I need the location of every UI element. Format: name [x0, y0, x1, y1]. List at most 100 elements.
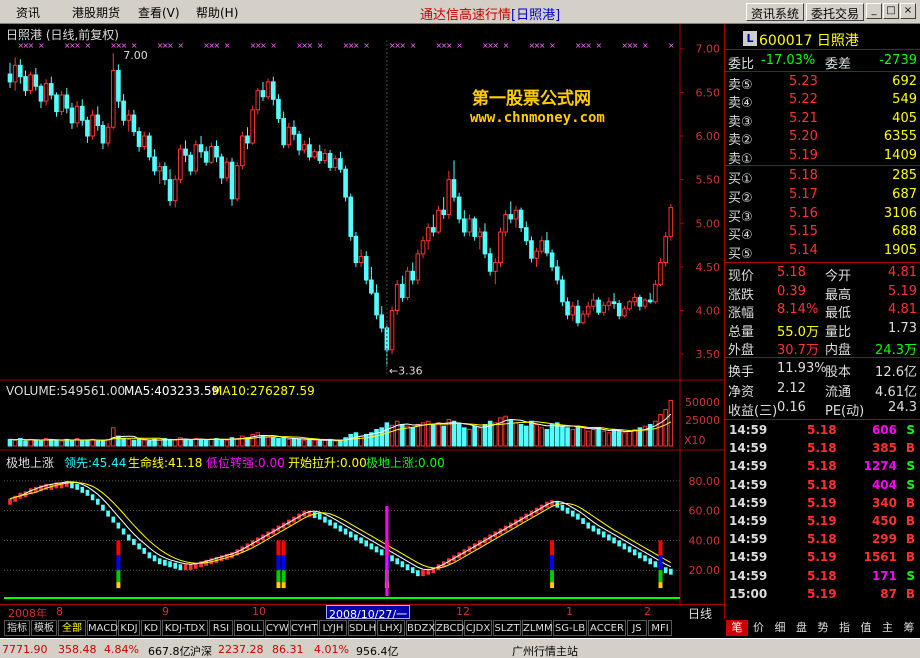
candle-body — [477, 231, 483, 237]
tick-time: 14:59 — [729, 441, 768, 456]
quote-tab[interactable]: 价 — [748, 620, 770, 636]
chart-area[interactable]: 7.00 6.50 6.00 5.50 5.00 4.50 4.00 3.50 × × × × × × × ×… — [0, 24, 724, 604]
tick-price: 5.18 — [807, 441, 837, 456]
indicator-tab[interactable]: KDJ-TDX — [162, 620, 208, 636]
indicator-tab[interactable]: CYW — [265, 620, 289, 636]
candle-body — [420, 240, 426, 255]
stat-row: 外盘 30.7万 内盘 24.3万 — [725, 338, 920, 359]
kline-chart[interactable]: 7.006.506.005.505.004.504.003.50××× × ××× ×… — [0, 24, 724, 604]
candle-body — [178, 148, 183, 181]
candle-body — [18, 64, 23, 78]
indicator-bar — [343, 528, 348, 535]
indicator-tab[interactable]: 全部 — [58, 620, 86, 636]
indicator-tab[interactable]: SDLH — [348, 620, 376, 636]
tick-price: 5.19 — [807, 495, 837, 510]
tick-price: 5.19 — [807, 514, 837, 528]
volume-bar — [338, 439, 343, 447]
quote-tab[interactable]: 值 — [855, 620, 877, 636]
indicator-tab[interactable]: ZLMM — [522, 620, 553, 636]
volume-bar — [451, 420, 457, 447]
volume-bar — [281, 437, 286, 447]
indicator-tab[interactable]: ZBCD — [435, 620, 464, 636]
weicha-value: -2739 — [879, 53, 917, 68]
volume-bar — [136, 438, 142, 447]
tick-price: 5.18 — [807, 477, 837, 492]
stat-value: 8.14% — [777, 302, 819, 318]
weicha-label: 委差 — [825, 57, 852, 72]
candle-body — [601, 304, 607, 313]
index1-change: 358.48 — [58, 643, 97, 656]
indicator-tab[interactable]: 指标 — [4, 620, 30, 636]
candle-body — [332, 158, 338, 168]
trade-button[interactable]: 委托交易 — [806, 3, 865, 21]
stat-label: 内盘 — [825, 343, 852, 359]
indicator-bar — [421, 570, 425, 577]
indicator-tab[interactable]: 模板 — [31, 620, 57, 636]
volume-bar — [276, 438, 281, 447]
quote-tab[interactable]: 盘 — [791, 620, 813, 636]
trade-tick-row: 14:59 5.19 450 B — [725, 513, 920, 531]
quote-tab[interactable]: 筹 — [898, 620, 920, 636]
quote-tab[interactable]: 细 — [769, 620, 791, 636]
indicator-tab[interactable]: MFI — [648, 620, 672, 636]
signal-bar-yellow — [116, 582, 121, 589]
indicator-tab[interactable]: RSI — [209, 620, 233, 636]
menu-help[interactable]: 帮助(H) — [196, 4, 238, 21]
indicator-tab[interactable]: CJDX — [464, 620, 492, 636]
indicator-tab[interactable]: JS — [627, 620, 647, 636]
volume-bar — [534, 424, 539, 447]
tick-side: B — [905, 441, 915, 456]
close-button[interactable]: × — [900, 3, 916, 19]
indicator-tab[interactable]: BOLL — [234, 620, 264, 636]
minimize-button[interactable]: _ — [866, 3, 882, 19]
volume-bar — [240, 435, 245, 447]
indicator-tab[interactable]: CYHT — [290, 620, 318, 636]
stat-value: 4.81 — [888, 302, 917, 318]
buy-level-label: 买③ — [728, 209, 753, 225]
candle-body — [79, 105, 85, 121]
info-system-button[interactable]: 资讯系统 — [746, 3, 805, 21]
tick-time: 14:59 — [729, 532, 768, 547]
candle-body — [523, 227, 529, 242]
sell-price: 5.21 — [789, 110, 818, 126]
indicator-bar — [581, 518, 585, 525]
quote-tab[interactable]: 势 — [812, 620, 834, 636]
volume-bar — [312, 439, 317, 447]
candle-body — [513, 209, 519, 220]
sell-level-label: 卖① — [728, 151, 753, 167]
candle-body — [152, 156, 157, 172]
quote-tab[interactable]: 指 — [834, 620, 856, 636]
signal-marker: × — [596, 41, 603, 50]
indicator-tab[interactable]: ACCER — [588, 620, 626, 636]
indicator-tab[interactable]: LHXJ — [377, 620, 405, 636]
indicator-tab[interactable]: KD — [141, 620, 161, 636]
menu-view[interactable]: 查看(V) — [138, 4, 180, 21]
candle-body — [90, 114, 95, 137]
indicator-bar — [586, 522, 591, 529]
indicator-tab[interactable]: BDZX — [406, 620, 435, 636]
quote-tab[interactable]: 笔 — [726, 620, 748, 636]
quote-tab[interactable]: 主 — [877, 620, 899, 636]
indicator-tab[interactable]: MACD — [87, 620, 118, 636]
maximize-button[interactable]: □ — [883, 3, 899, 19]
volume-bar — [472, 425, 477, 447]
volume-bar — [69, 439, 75, 447]
candle-body — [348, 196, 354, 237]
signal-bar-blue — [550, 555, 555, 571]
indicator-tab[interactable]: SG-LB — [553, 620, 587, 636]
indicator-tab[interactable]: KDJ — [118, 620, 140, 636]
stat-value: 4.81 — [888, 265, 917, 280]
stat-label: 最低 — [825, 306, 852, 322]
signal-marker: × — [503, 41, 510, 50]
volume-bar — [523, 425, 529, 447]
signal-bar-green — [281, 570, 286, 583]
station-name[interactable]: 广州行情主站 — [512, 643, 578, 658]
menu-ganggu[interactable]: 港股期货 — [72, 4, 120, 21]
menu-zixun[interactable]: 资讯 — [16, 4, 40, 21]
indicator-tab[interactable]: SLZT — [493, 620, 521, 636]
candle-body — [327, 152, 333, 168]
indicator-tab[interactable]: LYJH — [319, 620, 347, 636]
stat-value: 2.12 — [777, 380, 806, 396]
indicator-bar — [111, 516, 116, 523]
volume-bar — [183, 438, 188, 447]
